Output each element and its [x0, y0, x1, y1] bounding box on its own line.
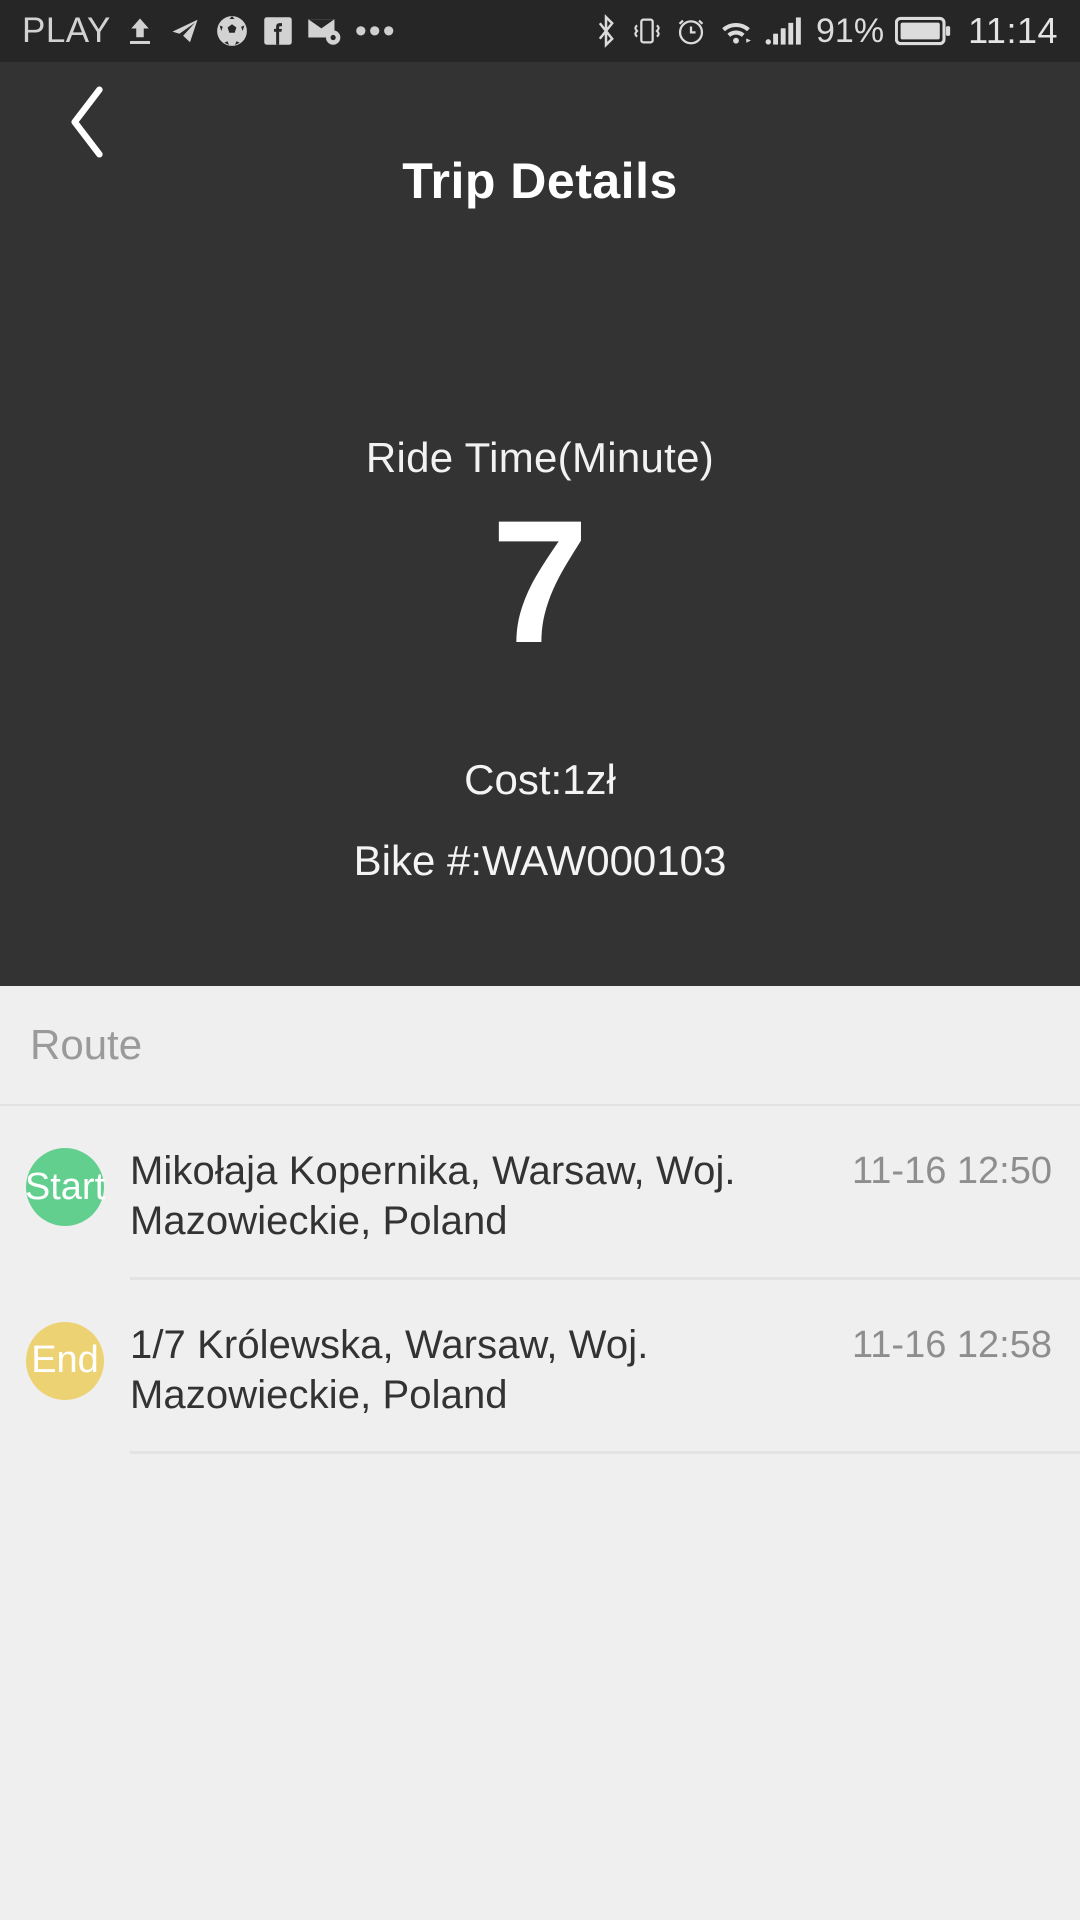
end-stop-main: 1/7 Królewska, Warsaw, Woj. Mazowieckie,…: [130, 1320, 830, 1421]
status-bar-left: PLAY •••: [22, 11, 397, 51]
end-badge-cell: End: [0, 1320, 130, 1400]
bluetooth-icon: [593, 14, 619, 48]
alarm-icon: [675, 15, 707, 47]
status-bar: PLAY ••• 91% 11:14: [0, 0, 1080, 62]
wifi-icon: [718, 16, 754, 46]
telegram-icon: [169, 16, 201, 46]
start-badge: Start: [24, 1148, 106, 1226]
route-stop-start[interactable]: Start Mikołaja Kopernika, Warsaw, Woj. M…: [0, 1106, 1080, 1247]
route-stop-end[interactable]: End 1/7 Królewska, Warsaw, Woj. Mazowiec…: [0, 1280, 1080, 1421]
route-row-divider: [130, 1450, 1080, 1454]
end-address: 1/7 Królewska, Warsaw, Woj. Mazowieckie,…: [130, 1322, 649, 1418]
start-badge-cell: Start: [0, 1146, 130, 1226]
battery-percent-label: 91%: [816, 11, 885, 50]
cost-label: Cost:1zł: [464, 756, 616, 803]
soccer-ball-icon: [215, 14, 249, 48]
ride-time-label: Ride Time(Minute): [365, 434, 715, 481]
route-section-title: Route: [30, 1021, 143, 1068]
mail-settings-icon: [307, 16, 341, 46]
start-address: Mikołaja Kopernika, Warsaw, Woj. Mazowie…: [130, 1149, 736, 1244]
page-title: Trip Details: [402, 153, 678, 209]
start-badge-label: Start: [24, 1165, 106, 1208]
end-time: 11-16 12:58: [851, 1323, 1052, 1366]
app-screen: PLAY ••• 91% 11:14 Trip Details Ride Tim…: [0, 0, 1080, 1920]
start-time: 11-16 12:50: [851, 1150, 1052, 1192]
start-stop-main: Mikołaja Kopernika, Warsaw, Woj. Mazowie…: [130, 1146, 830, 1247]
trip-summary-panel: Trip Details Ride Time(Minute) 7 Cost:1z…: [0, 62, 1080, 986]
ride-time-value: 7: [491, 485, 589, 680]
vibrate-icon: [630, 15, 664, 47]
route-section: Route Start Mikołaja Kopernika, Warsaw, …: [0, 986, 1080, 1920]
app-bar: Trip Details: [0, 62, 1080, 209]
carrier-label: PLAY: [22, 11, 111, 50]
battery-icon: [895, 15, 951, 47]
bike-number-label: Bike #:WAW000103: [353, 837, 727, 884]
more-icon: •••: [354, 11, 397, 50]
end-badge: End: [26, 1321, 104, 1400]
facebook-icon: [263, 16, 293, 46]
upload-icon: [125, 15, 155, 47]
status-bar-right: 91% 11:14: [593, 10, 1058, 52]
end-badge-label: End: [31, 1339, 99, 1382]
signal-icon: [765, 15, 803, 47]
status-clock: 11:14: [968, 10, 1058, 51]
